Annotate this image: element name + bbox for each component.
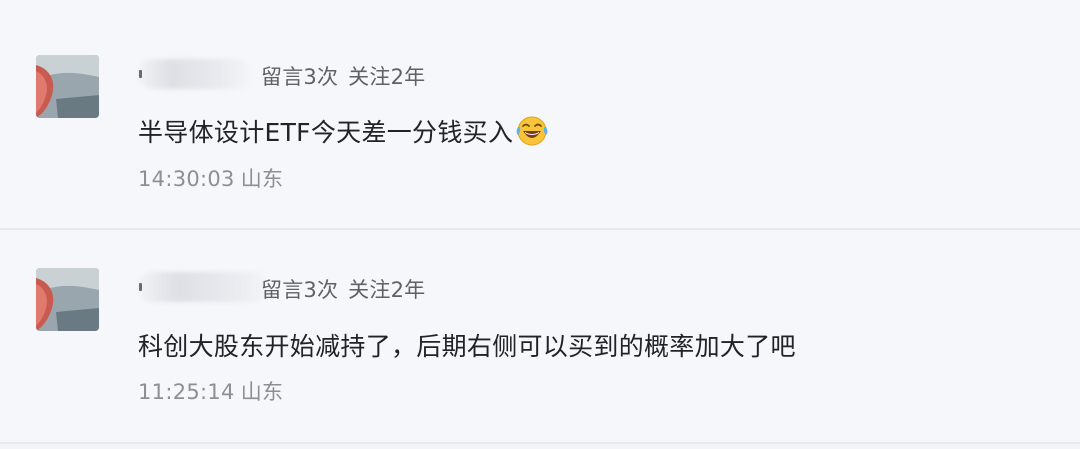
comment-location: 山东 — [240, 380, 284, 404]
comment-meta: 留言3次 关注2年 — [261, 274, 425, 304]
laughing-tears-emoji-icon — [515, 115, 549, 153]
comment-item: 留言3次 关注2年 科创大股东开始减持了，后期右侧可以买到的概率加大了吧 11:2… — [0, 230, 1080, 442]
comment-item: 留言3次 关注2年 半导体设计ETF今天差一分钱买入 14:30:03 山东 — [0, 0, 1080, 228]
comment-time: 14:30:03 — [138, 167, 235, 191]
follow-duration: 关注2年 — [348, 65, 426, 89]
comment-text: 科创大股东开始减持了，后期右侧可以买到的概率加大了吧 — [138, 327, 796, 363]
message-count: 留言3次 — [261, 278, 339, 302]
comment-text: 半导体设计ETF今天差一分钱买入 — [138, 113, 549, 153]
message-count: 留言3次 — [261, 65, 339, 89]
username-blurred[interactable] — [138, 59, 250, 89]
comment-body: 半导体设计ETF今天差一分钱买入 — [138, 118, 514, 147]
follow-duration: 关注2年 — [348, 278, 426, 302]
comment-time: 11:25:14 — [138, 380, 235, 404]
next-comment-edge — [0, 444, 1080, 449]
avatar[interactable] — [36, 55, 99, 118]
comment-body: 科创大股东开始减持了，后期右侧可以买到的概率加大了吧 — [138, 332, 796, 361]
username-fragment — [139, 70, 142, 78]
comment-timestamp: 11:25:14 山东 — [138, 376, 283, 406]
comment-meta: 留言3次 关注2年 — [261, 61, 425, 91]
avatar[interactable] — [36, 268, 99, 331]
comment-location: 山东 — [240, 167, 284, 191]
comment-timestamp: 14:30:03 山东 — [138, 163, 283, 193]
username-blurred[interactable] — [138, 272, 268, 302]
username-fragment — [139, 283, 142, 291]
